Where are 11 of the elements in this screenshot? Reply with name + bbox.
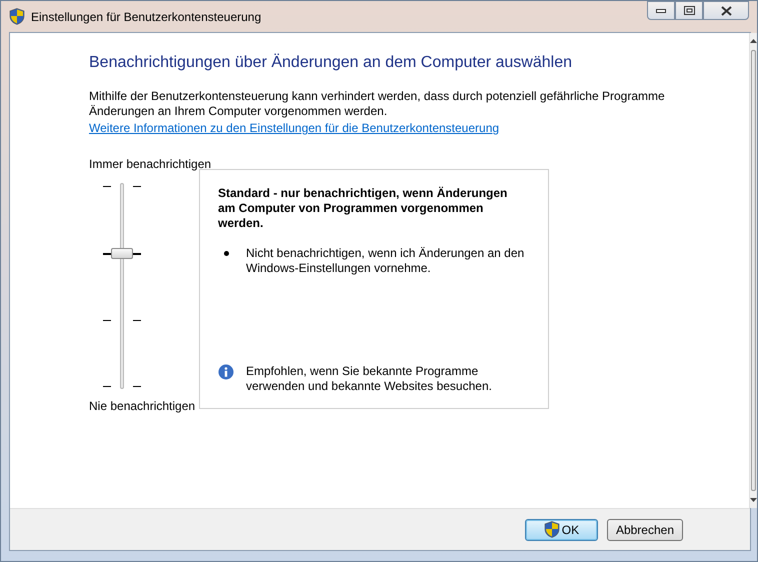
bullet-text: Nicht benachrichtigen, wenn ich Änderungen an den Windows-Einstellungen vornehme. — [246, 246, 526, 276]
window-title: Einstellungen für Benutzerkontensteuerung — [31, 8, 262, 26]
recommendation-text: Empfohlen, wenn Sie bekannte Programme verwenden und bekannte Websites besuchen. — [246, 364, 493, 394]
page-heading: Benachrichtigungen über Änderungen an dem Computer auswählen — [89, 53, 573, 72]
level-title: Standard - nur benachrichtigen, wenn Änderungen am Computer von Programmen vorgenommen werden. — [218, 186, 508, 232]
description-text: Mithilfe der Benutzerkontensteuerung kann verhindert werden, dass durch potenziell gefährliche Programme Änderungen an Ihrem Computer vorgenommen werden. — [89, 89, 666, 120]
cancel-button[interactable]: Abbrechen — [606, 518, 683, 540]
slider-top-label: Immer benachrichtigen — [89, 156, 212, 174]
info-link[interactable]: Weitere Informationen zu den Einstellungen für die Benutzerkontensteuerung — [89, 121, 500, 136]
slider-bottom-label: Nie benachrichtigen — [89, 398, 196, 416]
ok-button[interactable]: OK — [524, 518, 598, 540]
